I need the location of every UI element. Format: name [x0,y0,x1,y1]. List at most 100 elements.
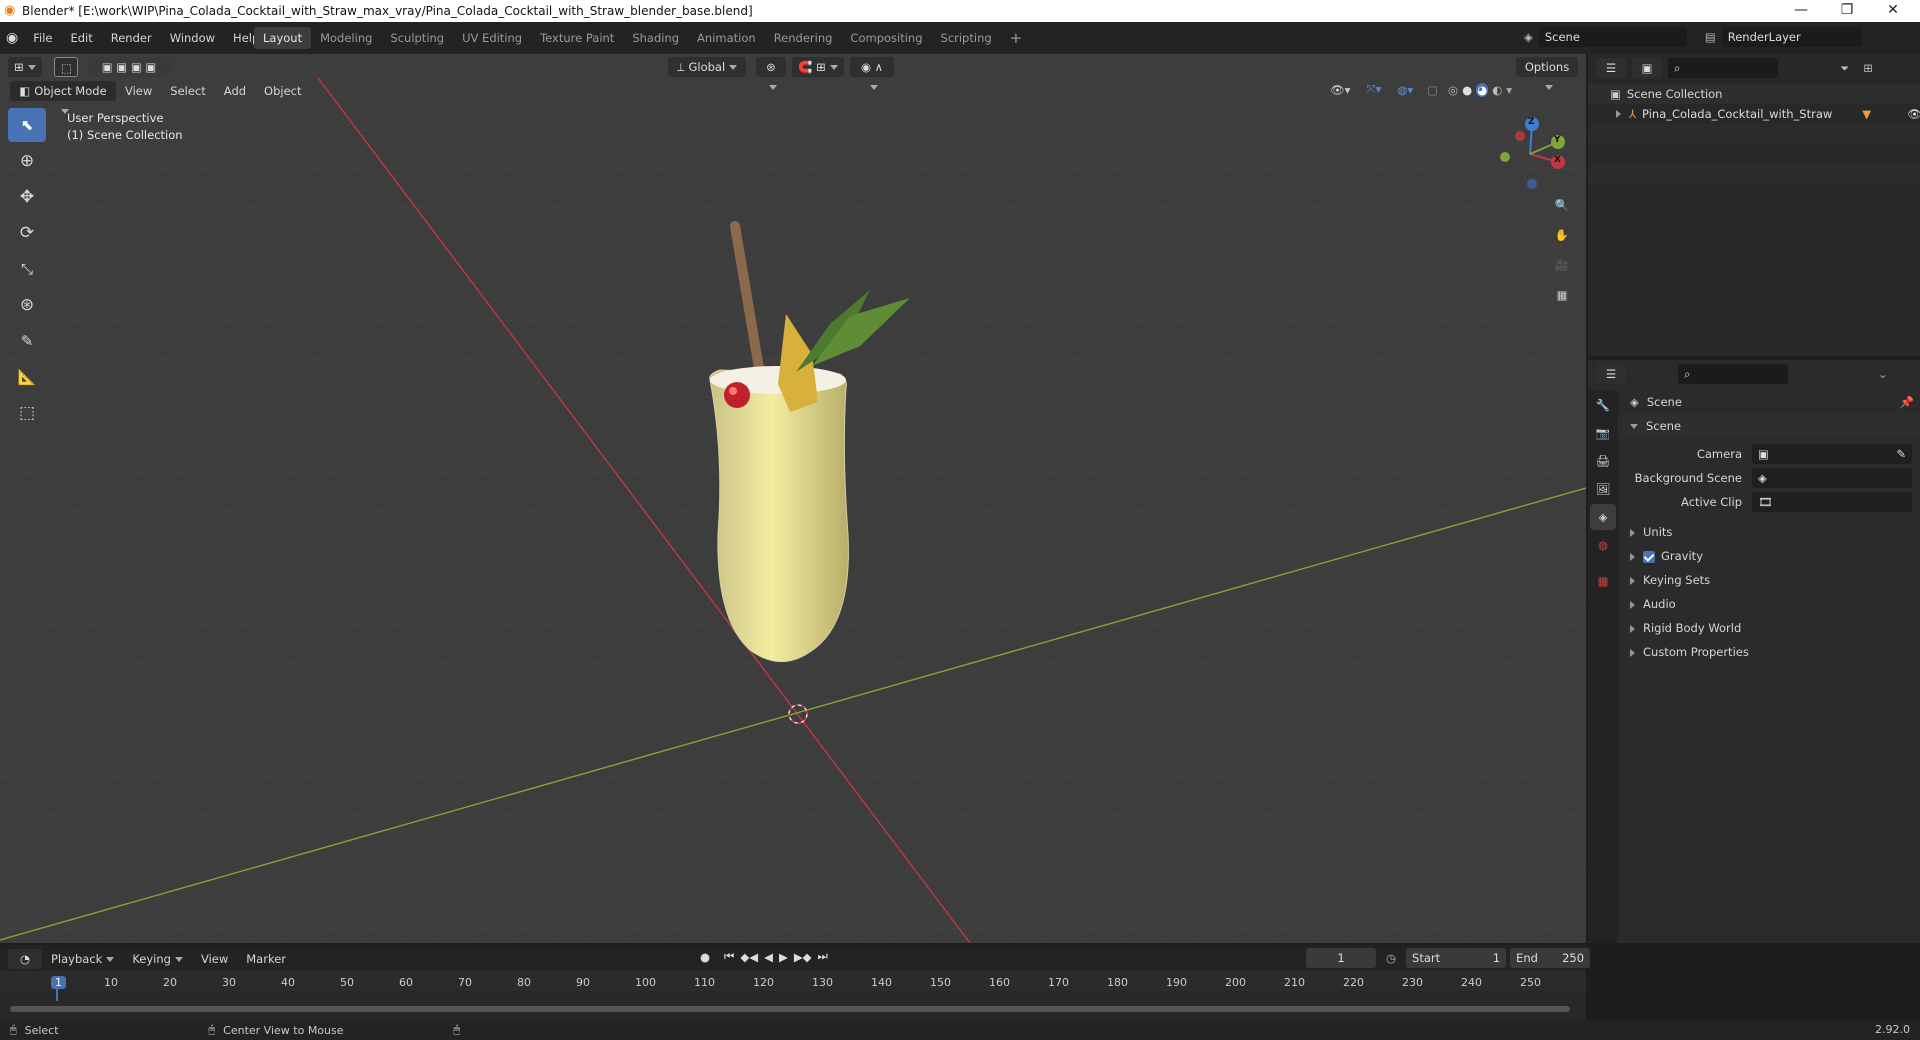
timeline-menu-view[interactable]: View [192,948,237,970]
gizmo-toggle-icon[interactable]: ⤧▾ [1366,82,1381,97]
viewport-menu-add[interactable]: Add [215,80,255,102]
tab-world[interactable]: ◍ [1590,532,1616,558]
object-data-icon[interactable]: ▼ [1862,107,1871,121]
tab-scene[interactable]: ◈ [1590,504,1616,530]
zoom-button[interactable]: 🔍 [1549,192,1575,218]
select-tool-button[interactable]: ⬉ [8,108,46,142]
visibility-eye-icon[interactable]: 👁 [1907,107,1920,121]
units-subpanel[interactable]: Units [1622,520,1920,544]
camera-field[interactable]: ▣ ✎ [1752,444,1912,464]
options-dropdown[interactable]: Options [1516,57,1578,90]
blender-menu-icon[interactable]: ◉ [6,30,18,46]
tab-rendering[interactable]: Rendering [765,27,842,49]
tab-shading[interactable]: Shading [623,27,688,49]
scene-name-field[interactable]: Scene [1538,27,1687,47]
move-tool-button[interactable]: ✥ [8,180,46,214]
tab-scripting[interactable]: Scripting [932,27,1001,49]
timeline-scrollbar[interactable] [10,1006,1570,1012]
cursor-tool-button[interactable]: ⊕ [8,144,46,178]
outliner-item-pina-colada[interactable]: ⅄ Pina_Colada_Cocktail_with_Straw ▼ 👁 [1588,104,1920,124]
selection-mode-buttons[interactable]: ▣ ▣ ▣ ▣ [88,57,170,77]
viewport-menu-select[interactable]: Select [161,80,214,102]
tab-uv-editing[interactable]: UV Editing [453,27,531,49]
add-cube-tool-button[interactable]: ⬚ [8,396,46,430]
tab-tool[interactable]: 🔧 [1590,392,1616,418]
properties-options-chevron-icon[interactable]: ⌄ [1878,367,1888,381]
3d-viewport[interactable]: ⊞ ⬚ ▣ ▣ ▣ ▣ ⟂ Global ⊛ 🧲 ⊞ ◉ ∧ Options ◧ O… [0,54,1586,943]
scene-panel-header[interactable]: Scene [1622,414,1920,438]
tab-view-layer[interactable]: 🖼 [1590,476,1616,502]
viewport-menu-view[interactable]: View [116,80,161,102]
navigation-gizmo[interactable]: Z X Y [1490,114,1570,194]
gravity-subpanel[interactable]: Gravity [1622,544,1920,568]
jump-keyframe-back-icon[interactable]: ◆◀ [740,950,758,964]
view-layer-icon[interactable]: ▤ [1705,30,1716,44]
maximize-button[interactable]: ❐ [1824,0,1870,22]
timeline-menu-marker[interactable]: Marker [237,948,295,970]
tab-layout[interactable]: Layout [254,27,312,49]
jump-keyframe-forward-icon[interactable]: ▶◆ [794,950,812,964]
tab-animation[interactable]: Animation [688,27,765,49]
properties-search-input[interactable]: ⌕ [1678,364,1788,384]
outliner-search-input[interactable]: ⌕ [1668,58,1778,78]
transform-orientation-dropdown[interactable]: ⟂ Global [668,57,746,77]
annotate-tool-button[interactable]: ✎ [8,324,46,358]
measure-tool-button[interactable]: 📐 [8,360,46,394]
xray-toggle-icon[interactable]: ▢ [1427,83,1438,97]
custom-properties-subpanel[interactable]: Custom Properties [1622,640,1920,664]
solid-shading-icon[interactable]: ● [1462,83,1472,97]
menu-file[interactable]: File [24,27,61,49]
expand-arrow-icon[interactable] [1616,110,1621,118]
menu-render[interactable]: Render [102,27,161,49]
proportional-edit-button[interactable]: ◉ ∧ [850,57,894,90]
rotate-tool-button[interactable]: ⟳ [8,216,46,250]
pivot-point-button[interactable]: ⊛ [756,57,786,90]
menu-window[interactable]: Window [161,27,224,49]
tab-compositing[interactable]: Compositing [841,27,931,49]
wireframe-shading-icon[interactable]: ◎ [1448,83,1458,97]
start-frame-field[interactable]: Start 1 [1406,948,1507,968]
filter-icon[interactable]: ⏷ [1840,61,1849,76]
view-layer-field[interactable]: RenderLayer [1721,27,1862,47]
play-reverse-icon[interactable]: ◀ [764,950,773,964]
background-scene-field[interactable]: ◈ [1752,468,1912,488]
shading-options-icon[interactable]: ▾ [1506,83,1512,97]
tab-texture-paint[interactable]: Texture Paint [531,27,623,49]
close-button[interactable]: ✕ [1870,0,1916,22]
new-collection-icon[interactable]: ⊞ [1863,61,1873,75]
play-icon[interactable]: ▶ [779,950,788,964]
ortho-toggle-button[interactable]: ▦ [1549,282,1575,308]
menu-edit[interactable]: Edit [61,27,101,49]
add-workspace-button[interactable]: + [1001,27,1032,49]
outliner-scene-collection-row[interactable]: ▣ Scene Collection [1588,84,1920,104]
pan-button[interactable]: ✋ [1549,222,1575,248]
rigid-body-world-subpanel[interactable]: Rigid Body World [1622,616,1920,640]
viewport-menu-object[interactable]: Object [255,80,310,102]
keying-sets-subpanel[interactable]: Keying Sets [1622,568,1920,592]
tab-sculpting[interactable]: Sculpting [381,27,453,49]
frame-ruler[interactable]: 1 10 20 30 40 50 60 70 80 90 100 110 120 130 140 150 160… [0,971,1586,1001]
active-clip-field[interactable]: 🎞 [1752,492,1912,512]
scene-selector-icon[interactable]: ◈ [1524,30,1533,44]
playhead[interactable]: 1 [51,976,66,989]
tab-modeling[interactable]: Modeling [311,27,381,49]
tab-texture[interactable]: ▦ [1590,568,1616,594]
scale-tool-button[interactable]: ⤡ [8,252,46,286]
jump-start-icon[interactable]: ⏮ [724,949,734,964]
overlay-toggle-icon[interactable]: ◍▾ [1397,83,1413,97]
visibility-eye-icon[interactable]: 👁▾ [1330,83,1350,97]
tab-render[interactable]: 📷 [1590,420,1616,446]
minimize-button[interactable]: — [1778,0,1824,22]
outliner-editor-type-button[interactable]: ☰ [1596,58,1626,91]
current-frame-field[interactable]: 1 [1306,948,1376,968]
timeline-menu-keying[interactable]: Keying [123,948,192,970]
pin-icon[interactable]: 📌 [1900,390,1914,414]
auto-keying-record-icon[interactable]: ● [700,950,710,964]
tab-output[interactable]: 🖨 [1590,448,1616,474]
camera-view-button[interactable]: 🎥 [1549,252,1575,278]
snap-toggle-button[interactable]: 🧲 ⊞ [792,57,844,77]
transform-tool-button[interactable]: ⊛ [8,288,46,322]
object-mode-dropdown[interactable]: ◧ Object Mode [10,81,116,114]
timeline-editor-type-button[interactable]: ◔ [8,949,42,982]
outliner-display-mode-button[interactable]: ▣ [1632,58,1662,91]
